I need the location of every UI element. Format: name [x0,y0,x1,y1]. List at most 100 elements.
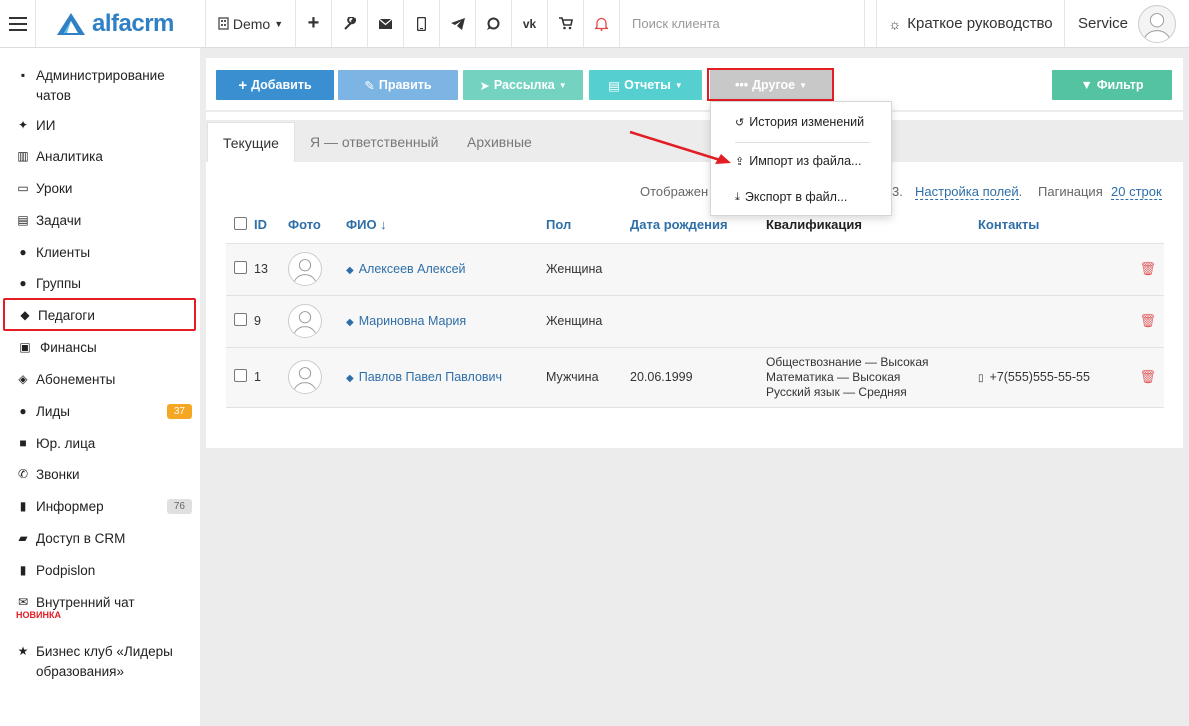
clipboard-icon: ▤ [17,213,29,227]
sidebar-item-label: Юр. лица [36,436,96,451]
vk-button[interactable]: vk [512,0,548,47]
sidebar-item-informer[interactable]: ▮ Информер 76 [16,499,192,514]
row-gender: Женщина [546,243,630,296]
col-contacts[interactable]: Контакты [978,207,1128,244]
sidebar-item-clients[interactable]: ● Клиенты [16,245,192,260]
pagination-select[interactable]: 20 строк [1111,184,1162,200]
user-name: Service [1077,15,1129,32]
informer-count-badge: 76 [166,499,192,514]
table-row[interactable]: 13 ◆ Алексеев Алексей Женщина 🗑 [226,243,1164,296]
sms-button[interactable] [404,0,440,47]
col-gender[interactable]: Пол [546,207,630,244]
row-birth [630,243,766,296]
sidebar-item-label: Podpislon [36,563,96,578]
sidebar-item-chat-admin[interactable]: ▪ Администрирование чатов [16,68,192,106]
select-all-checkbox[interactable] [234,216,247,230]
mailing-button[interactable]: ➤ Рассылка ▼ [463,70,583,100]
tab-archive[interactable]: Архивные [467,122,532,162]
sidebar-item-podpislon[interactable]: ▮ Podpislon [16,563,192,578]
phone-icon: ✆ [17,467,29,481]
teacher-name-link[interactable]: Павлов Павел Павлович [359,370,502,384]
notifications-button[interactable] [584,0,620,47]
sparkles-icon: ✦ [17,118,29,132]
sidebar-item-label: Педагоги [38,308,95,323]
mail-button[interactable] [368,0,404,47]
map-icon: ▥ [17,149,29,163]
reports-button[interactable]: ▤ Отчеты ▼ [589,70,702,100]
sidebar-item-leads[interactable]: ● Лиды 37 [16,404,192,419]
col-name[interactable]: ФИО ↓ [346,207,546,244]
table-row[interactable]: 9 ◆ Мариновна Мария Женщина 🗑 [226,295,1164,348]
star-icon: ★ [17,644,29,658]
user-menu[interactable]: Service [1065,0,1189,47]
book-icon: ▮ [19,499,27,513]
sidebar-item-finances[interactable]: ▣ Финансы [16,340,192,355]
plus-icon: + [238,76,248,94]
teacher-name-link[interactable]: Алексеев Алексей [359,262,466,276]
file-icon: ▮ [19,563,27,577]
sidebar-item-label: Внутренний чат [36,595,135,610]
chat-icon: ▪ [20,68,26,82]
select-all-cell [226,207,254,244]
field-settings-link[interactable]: Настройка полей. [915,184,1022,200]
pencil-icon: ✎ [364,78,375,93]
table-row[interactable]: 1 ◆ Павлов Павел Павлович Мужчина 20.06.1… [226,347,1164,408]
row-checkbox[interactable] [234,369,247,382]
sidebar-item-subscriptions[interactable]: ◈ Абонементы [16,372,192,387]
menu-toggle-button[interactable] [0,0,36,47]
sidebar-item-teachers[interactable]: ◆ Педагоги [18,308,194,323]
cart-button[interactable] [548,0,584,47]
add-teacher-button[interactable]: + Добавить [216,70,334,100]
whatsapp-icon [487,17,500,30]
sidebar-item-business-club[interactable]: ★ Бизнес клуб «Лидеры образования» [16,644,192,682]
display-info-count: 3. [892,184,903,199]
row-checkbox[interactable] [234,313,247,326]
sidebar-item-label: Группы [36,276,81,291]
trash-icon[interactable]: 🗑 [1139,313,1156,328]
sidebar-item-analytics[interactable]: ▥ Аналитика [16,149,192,164]
mobile-icon: ▯ [978,373,984,384]
sidebar-item-ai[interactable]: ✦ ИИ [16,118,192,133]
plus-icon: + [307,12,320,34]
edit-button[interactable]: ✎ Править [338,70,458,100]
sidebar-item-lessons[interactable]: ▭ Уроки [16,181,192,196]
quick-guide-button[interactable]: ☼ Краткое руководство [877,0,1065,47]
quick-guide-label: Краткое руководство [907,15,1053,32]
action-toolbar: + Добавить ✎ Править ➤ Рассылка ▼ ▤ Отчеты ▼ •… [206,58,1183,110]
sidebar-item-label: Финансы [40,340,97,355]
sidebar-item-calls[interactable]: ✆ Звонки [16,467,192,482]
settings-button[interactable] [332,0,368,47]
add-button[interactable]: + [296,0,332,47]
tag-icon: ◈ [18,372,28,386]
row-birth [630,295,766,348]
teacher-name-link[interactable]: Мариновна Мария [359,314,466,328]
whatsapp-button[interactable] [476,0,512,47]
user-plus-icon: ● [19,404,27,418]
logo[interactable]: alfacrm [36,0,206,47]
branch-label: Demo [232,15,271,32]
client-search-input[interactable]: Поиск клиента [620,0,865,47]
money-icon: ▣ [19,340,31,354]
envelope-icon: ✉ [17,595,29,609]
tab-current[interactable]: Текущие [207,122,295,162]
trash-icon[interactable]: 🗑 [1139,261,1156,276]
row-checkbox[interactable] [234,261,247,274]
col-id[interactable]: ID [254,207,288,244]
pagination-label: Пагинация [1038,184,1103,199]
sidebar-item-groups[interactable]: ● Группы [16,276,192,291]
history-menu-item[interactable]: ↺ История изменений [735,115,864,129]
import-menu-item[interactable]: ⇪ Импорт из файла... [735,154,861,168]
export-menu-item[interactable]: ⤓ Экспорт в файл... [735,190,847,204]
sidebar-item-legal-entities[interactable]: ■ Юр. лица [16,436,192,451]
branch-select[interactable]: Demo ▼ [206,0,296,47]
sidebar-item-internal-chat[interactable]: ✉ Внутренний чат НОВИНКА [16,595,192,620]
envelope-icon [379,18,392,29]
other-button-highlight-frame [707,68,834,101]
filter-button[interactable]: ▼ Фильтр [1052,70,1172,100]
sidebar-item-label: Задачи [36,213,82,228]
trash-icon[interactable]: 🗑 [1139,369,1156,384]
sidebar-item-tasks[interactable]: ▤ Задачи [16,213,192,228]
telegram-button[interactable] [440,0,476,47]
sidebar-item-crm-access[interactable]: ▰ Доступ в CRM [16,531,192,546]
tab-responsible[interactable]: Я — ответственный [310,122,438,162]
